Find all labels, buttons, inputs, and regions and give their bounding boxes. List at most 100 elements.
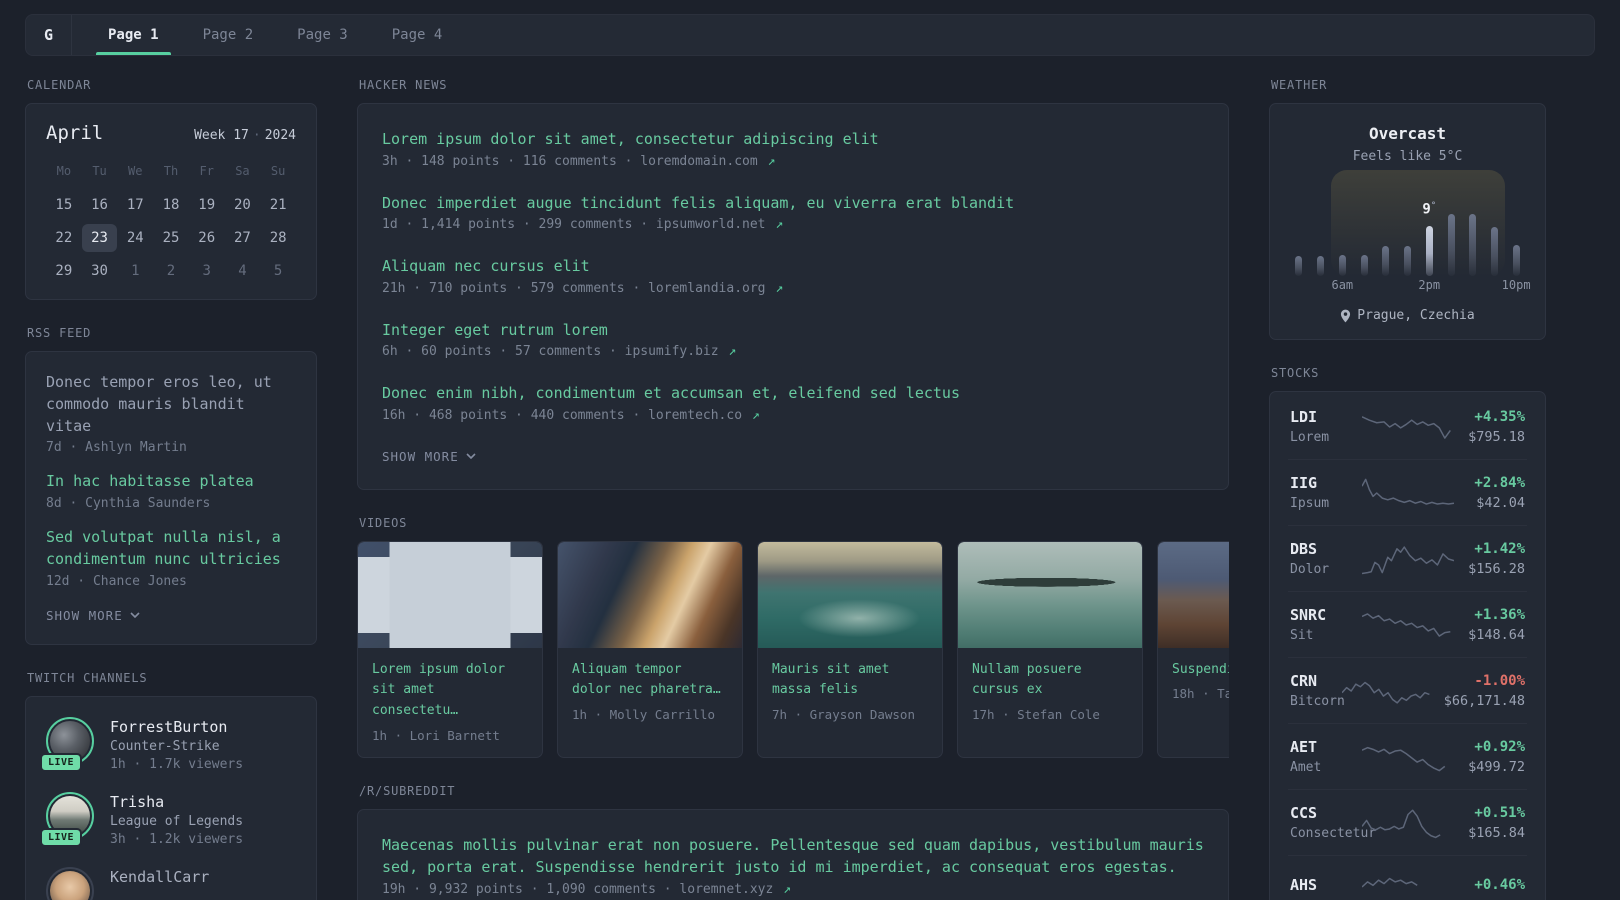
video-card[interactable]: Suspendisse diam 18h · Tara — [1157, 540, 1229, 758]
stock-change: +1.36% — [1474, 606, 1525, 623]
rss-widget: RSS FEED Donec tempor eros leo, ut commo… — [25, 326, 317, 645]
external-link-icon[interactable]: ↗ — [752, 408, 760, 423]
stock-symbol: AHS — [1290, 876, 1318, 894]
weather-hour-slot — [1375, 190, 1397, 276]
external-link-icon[interactable]: ↗ — [728, 344, 736, 359]
stock-change: +0.46% — [1474, 877, 1525, 893]
calendar-widget: CALENDAR April Week 17 · 2024 Mo Tu We Th Fr Sa… — [25, 78, 317, 300]
weather-location[interactable]: Prague, Czechia — [1288, 308, 1527, 323]
external-link-icon[interactable]: ↗ — [768, 154, 776, 169]
hn-story-title[interactable]: Lorem ipsum dolor sit amet, consectetur … — [382, 128, 1204, 151]
external-link-icon[interactable]: ↗ — [775, 217, 783, 232]
rss-item: Sed volutpat nulla nisl, a condimentum n… — [46, 527, 296, 589]
stock-row-ldi[interactable]: LDI Lorem +4.35% $795.18 — [1288, 394, 1527, 459]
video-title: Suspendisse diam — [1172, 661, 1229, 677]
calendar-day[interactable]: 28 — [260, 224, 296, 252]
calendar-day[interactable]: 21 — [260, 191, 296, 219]
calendar-day[interactable]: 5 — [260, 257, 296, 285]
hn-story-title[interactable]: Aliquam nec cursus elit — [382, 255, 1204, 278]
weather-hour-slot — [1310, 190, 1332, 276]
section-title-stocks: STOCKS — [1271, 366, 1320, 380]
calendar-day[interactable]: 23 — [81, 224, 118, 252]
stock-sparkline — [1362, 870, 1454, 900]
calendar-day[interactable]: 25 — [153, 224, 189, 252]
stock-row-iig[interactable]: IIG Ipsum +2.84% $42.04 — [1288, 459, 1527, 525]
rss-item-title[interactable]: Sed volutpat nulla nisl, a condimentum n… — [46, 527, 296, 571]
tab-page-3[interactable]: Page 3 — [285, 15, 360, 55]
hn-show-more-button[interactable]: SHOW MORE — [382, 449, 476, 464]
tab-page-1[interactable]: Page 1 — [96, 15, 171, 55]
calendar-day[interactable]: 24 — [117, 224, 153, 252]
weather-bar — [1512, 245, 1520, 276]
stock-change: +0.51% — [1474, 804, 1525, 821]
calendar-day-header: Su — [270, 164, 286, 178]
calendar-day[interactable]: 27 — [225, 224, 261, 252]
hn-story-meta: 1d · 1,414 points · 299 comments · ipsum… — [382, 217, 784, 232]
calendar-day[interactable]: 20 — [225, 191, 261, 219]
rss-item-title[interactable]: In hac habitasse platea — [46, 471, 296, 493]
calendar-day[interactable]: 16 — [82, 191, 118, 219]
middle-column: HACKER NEWS Lorem ipsum dolor sit amet, … — [357, 78, 1229, 900]
twitch-channel[interactable]: LIVE Trisha League of Legends 3h · 1.2k … — [40, 791, 296, 847]
stock-price: $499.72 — [1468, 758, 1525, 775]
external-link-icon[interactable]: ↗ — [783, 882, 791, 897]
chevron-down-icon — [130, 612, 140, 618]
hn-story-title[interactable]: Integer eget rutrum lorem — [382, 319, 1204, 342]
video-title: Nullam posuere cursus ex — [972, 661, 1082, 698]
calendar-day-header: Fr — [199, 164, 214, 178]
weather-bar-current — [1425, 226, 1433, 276]
calendar-day[interactable]: 18 — [153, 191, 189, 219]
calendar-day[interactable]: 17 — [117, 191, 153, 219]
calendar-day-header: Mo — [56, 164, 72, 178]
calendar-day[interactable]: 26 — [189, 224, 225, 252]
hn-story: Integer eget rutrum lorem 6h · 60 points… — [382, 319, 1204, 360]
chevron-down-icon — [466, 453, 476, 459]
stock-row-ccs[interactable]: CCS Consectetur +0.51% $165.84 — [1288, 789, 1527, 855]
tab-page-2[interactable]: Page 2 — [191, 15, 266, 55]
reddit-post-title[interactable]: Maecenas mollis pulvinar erat non posuer… — [382, 834, 1204, 879]
video-card[interactable]: Lorem ipsum dolor sit amet consectetu… 1… — [357, 540, 543, 758]
hn-story-meta: 16h · 468 points · 440 comments · loremt… — [382, 407, 760, 423]
calendar-day[interactable]: 22 — [46, 224, 82, 252]
external-link-icon[interactable]: ↗ — [775, 281, 783, 296]
stock-company: Consectetur — [1290, 826, 1377, 841]
weather-bar — [1360, 255, 1368, 276]
rss-item-title[interactable]: Donec tempor eros leo, ut commodo mauris… — [46, 372, 296, 437]
video-meta: 1h · Molly Carrillo — [572, 707, 715, 723]
stock-price: $66,171.48 — [1443, 692, 1525, 709]
reddit-post: Maecenas mollis pulvinar erat non posuer… — [382, 834, 1204, 897]
stock-row-ahs[interactable]: AHS +0.46% — [1288, 855, 1527, 900]
calendar-day[interactable]: 3 — [189, 257, 225, 285]
axis-label: 6am — [1331, 278, 1354, 292]
calendar-day[interactable]: 1 — [117, 257, 153, 285]
tab-page-4[interactable]: Page 4 — [380, 15, 455, 55]
rss-card: Donec tempor eros leo, ut commodo mauris… — [25, 351, 317, 645]
hn-story-title[interactable]: Donec imperdiet augue tincidunt felis al… — [382, 192, 1204, 215]
stock-row-crn[interactable]: CRN Bitcorn -1.00% $66,171.48 — [1288, 657, 1527, 723]
calendar-day[interactable]: 29 — [46, 257, 82, 285]
video-card[interactable]: Mauris sit amet massa felis 7h · Grayson… — [757, 540, 943, 758]
rss-item-meta: 12d · Chance Jones — [46, 573, 187, 589]
hn-story-title[interactable]: Donec enim nibh, condimentum et accumsan… — [382, 382, 1204, 405]
app-logo[interactable]: G — [26, 15, 72, 55]
weather-bar — [1338, 255, 1346, 276]
stock-company: Amet — [1290, 760, 1322, 775]
video-card[interactable]: Nullam posuere cursus ex 17h · Stefan Co… — [957, 540, 1143, 758]
calendar-day[interactable]: 4 — [225, 257, 261, 285]
calendar-day[interactable]: 15 — [46, 191, 82, 219]
rss-show-more-button[interactable]: SHOW MORE — [46, 608, 140, 623]
calendar-day[interactable]: 19 — [189, 191, 225, 219]
twitch-channel[interactable]: LIVE ForrestBurton Counter-Strike 1h · 1… — [40, 716, 296, 772]
video-card[interactable]: Aliquam tempor dolor nec pharetra… 1h · … — [557, 540, 743, 758]
hn-story-meta: 3h · 148 points · 116 comments · loremdo… — [382, 153, 776, 169]
stock-row-aet[interactable]: AET Amet +0.92% $499.72 — [1288, 723, 1527, 789]
calendar-day[interactable]: 30 — [82, 257, 118, 285]
video-title: Lorem ipsum dolor sit amet consectetu… — [372, 661, 506, 719]
stock-company: Dolor — [1290, 562, 1330, 577]
twitch-channel[interactable]: KendallCarr — [46, 866, 296, 900]
tab-label: Page 3 — [297, 27, 348, 43]
calendar-day[interactable]: 2 — [153, 257, 189, 285]
stock-row-snrc[interactable]: SNRC Sit +1.36% $148.64 — [1288, 591, 1527, 657]
stock-row-dbs[interactable]: DBS Dolor +1.42% $156.28 — [1288, 525, 1527, 591]
subreddit-card: Maecenas mollis pulvinar erat non posuer… — [357, 808, 1229, 900]
